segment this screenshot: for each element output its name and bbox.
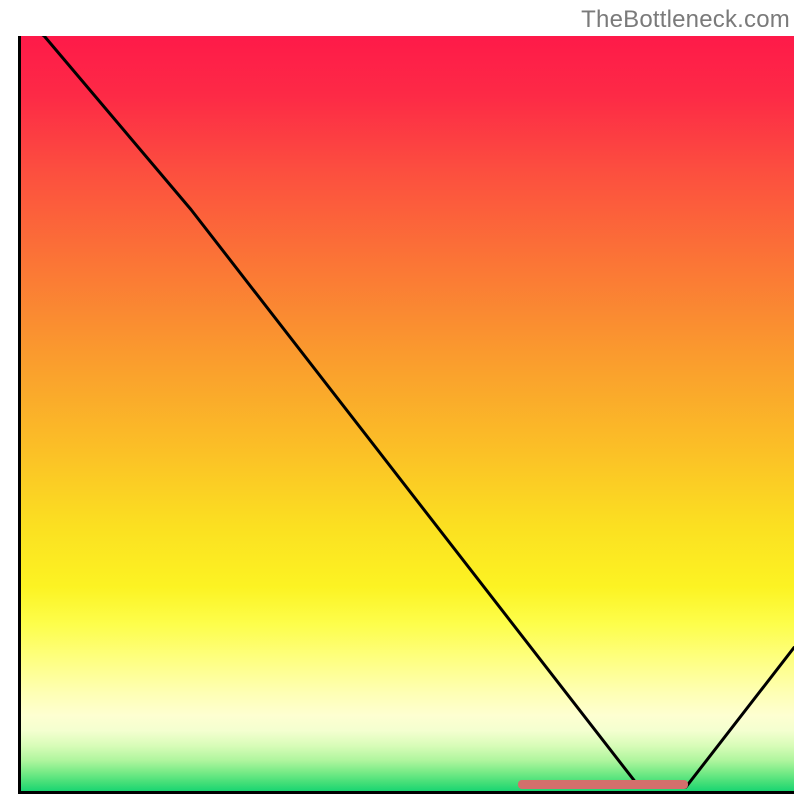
- optimal-range-marker: [518, 780, 689, 789]
- chart-container: TheBottleneck.com: [0, 0, 800, 800]
- watermark-text: TheBottleneck.com: [581, 6, 790, 34]
- line-curve: [21, 36, 794, 791]
- bottom-band: [21, 779, 794, 791]
- plot-area: [18, 36, 794, 794]
